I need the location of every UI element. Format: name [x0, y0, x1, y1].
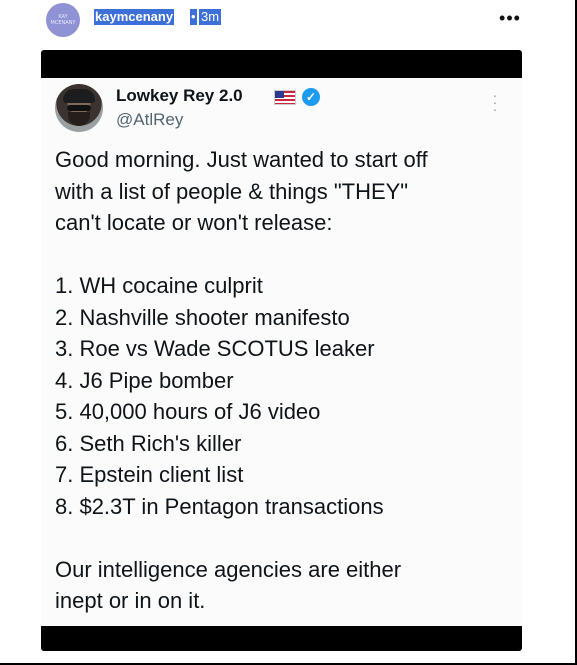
- username-link[interactable]: kaymcenany: [94, 9, 175, 25]
- tweet-display-name: Lowkey Rey 2.0: [116, 86, 243, 105]
- list-item: 1. WH cocaine culprit: [55, 273, 263, 298]
- avatar-cap: [63, 89, 95, 103]
- closing-line: inept or in on it.: [55, 588, 206, 613]
- tweet-text: Good morning. Just wanted to start off w…: [55, 144, 515, 617]
- more-options-button[interactable]: •••: [498, 6, 522, 30]
- list-item: 6. Seth Rich's killer: [55, 430, 242, 456]
- tweet-author-avatar: [55, 84, 103, 132]
- profile-avatar[interactable]: KAY MCENANY: [46, 3, 80, 37]
- tweet-handle: @AtlRey: [116, 110, 184, 129]
- list-item: 3. Roe vs Wade SCOTUS leaker: [55, 336, 375, 361]
- intro-line: can't locate or won't release:: [55, 210, 333, 235]
- ellipsis-icon: •••: [499, 8, 521, 28]
- intro-line: Good morning. Just wanted to start off: [55, 147, 428, 172]
- avatar-text: KAY MCENANY: [50, 14, 76, 26]
- tweet-more-icon: · · ·: [492, 87, 498, 117]
- closing-line: Our intelligence agencies are either: [55, 556, 402, 582]
- embedded-tweet-screenshot: Lowkey Rey 2.0 ✓ @AtlRey · · · Good mornin…: [41, 78, 522, 626]
- post-media-image[interactable]: Lowkey Rey 2.0 ✓ @AtlRey · · · Good mornin…: [41, 50, 522, 651]
- verified-badge-icon: ✓: [302, 88, 320, 106]
- intro-line: with a list of people & things "THEY": [55, 178, 409, 204]
- list-item: 5. 40,000 hours of J6 video: [55, 399, 321, 424]
- list-item: 8. $2.3T in Pentagon transactions: [55, 493, 384, 519]
- list-item: 7. Epstein client list: [55, 462, 244, 487]
- list-item: 2. Nashville shooter manifesto: [55, 304, 350, 330]
- post-timestamp[interactable]: 3m: [199, 9, 222, 25]
- post-header: KAY MCENANY kaymcenany • 3m •••: [0, 0, 577, 42]
- us-flag-icon: [274, 90, 296, 105]
- separator-dot: •: [190, 9, 197, 25]
- avatar-beard: [68, 112, 90, 126]
- avatar-glasses: [67, 105, 91, 111]
- list-item: 4. J6 Pipe bomber: [55, 367, 234, 393]
